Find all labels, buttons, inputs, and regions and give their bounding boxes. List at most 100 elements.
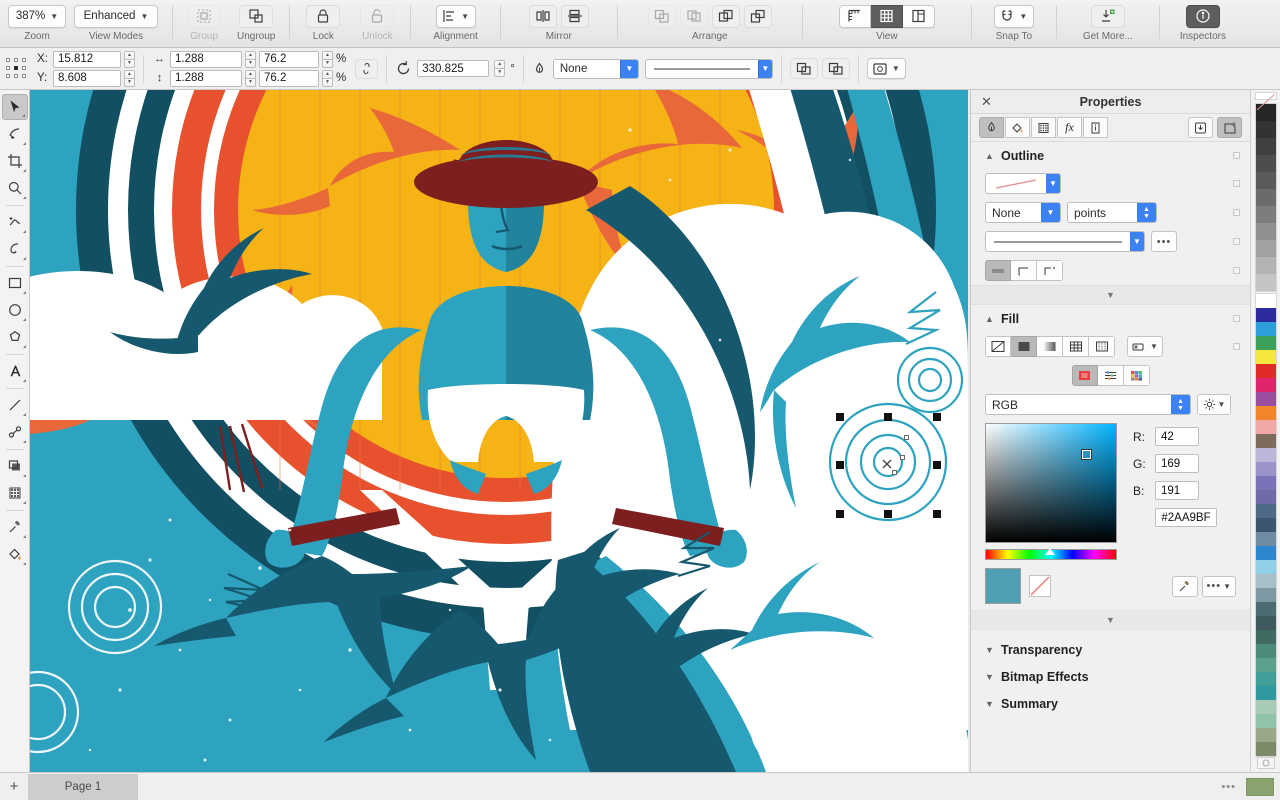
view-rulers-button[interactable]	[838, 4, 871, 28]
mirror-vertical-button[interactable]	[560, 4, 589, 28]
sidebar-item-zoom-tool[interactable]	[2, 175, 28, 201]
swatch-27[interactable]	[1255, 672, 1276, 686]
color-model-combo[interactable]: RGB ▲ ▼	[985, 394, 1191, 415]
stroke-style-combo[interactable]: ▼	[644, 58, 773, 79]
outline-section-header[interactable]: ▲ Outline	[971, 142, 1250, 169]
transparency-section-header[interactable]: ▼ Transparency	[971, 636, 1250, 663]
document-color-chip[interactable]	[1246, 777, 1274, 796]
tab-fill[interactable]	[1005, 117, 1030, 138]
stroke-width-combo[interactable]: None ▼	[552, 58, 639, 79]
swatch-8[interactable]	[1255, 406, 1276, 420]
inspectors-button[interactable]	[1185, 4, 1220, 28]
color-field-cursor[interactable]	[1082, 450, 1091, 459]
import-properties-button[interactable]	[1188, 117, 1213, 138]
swatch-12[interactable]	[1255, 462, 1276, 476]
tab-stroke[interactable]	[979, 117, 1004, 138]
swatch-10[interactable]	[1255, 434, 1276, 448]
color-palette-mode-button[interactable]	[1123, 365, 1150, 386]
get-more-button[interactable]	[1090, 4, 1125, 28]
bitmap-effects-section-header[interactable]: ▼ Bitmap Effects	[971, 663, 1250, 690]
swatch-17[interactable]	[1255, 532, 1276, 546]
sidebar-item-bezigon-tool[interactable]	[2, 236, 28, 262]
cap-round-button[interactable]	[1011, 260, 1037, 281]
swatch-1[interactable]	[1255, 120, 1276, 138]
new-style-button[interactable]	[1217, 117, 1242, 138]
swatch-6[interactable]	[1255, 205, 1276, 223]
outline-expand-more[interactable]: ▼	[971, 285, 1250, 304]
swatch-2[interactable]	[1255, 322, 1276, 336]
snap-to-dropdown[interactable]: ▼	[993, 4, 1034, 28]
swatch-16[interactable]	[1255, 518, 1276, 532]
selection-handle-ne[interactable]	[933, 413, 941, 421]
b-input[interactable]: 191	[1155, 481, 1199, 500]
swatch-31[interactable]	[1255, 728, 1276, 742]
outline-units-combo[interactable]: points ▲ ▼	[1067, 202, 1157, 223]
hex-input[interactable]: #2AA9BF	[1155, 508, 1217, 527]
no-color-swatch[interactable]	[1029, 575, 1051, 597]
swatch-3[interactable]	[1255, 336, 1276, 350]
swatch-none[interactable]	[1254, 92, 1277, 111]
outline-width-toggle[interactable]	[1233, 209, 1240, 216]
close-icon[interactable]: ✕	[981, 94, 992, 110]
sidebar-item-freehand-tool[interactable]	[2, 209, 28, 235]
swatch-1[interactable]	[1255, 308, 1276, 322]
swatch-9[interactable]	[1255, 256, 1276, 274]
color-more-button[interactable]: ••• ▼	[1201, 575, 1236, 597]
sidebar-item-node-edit-tool[interactable]	[2, 121, 28, 147]
selection-handle-n[interactable]	[884, 413, 892, 421]
bring-forward-button[interactable]	[679, 4, 708, 28]
union-button[interactable]	[789, 58, 818, 79]
selection-handle-w[interactable]	[836, 461, 844, 469]
anchor-point-selector[interactable]	[4, 56, 30, 82]
fill-gradient-button[interactable]	[1037, 336, 1063, 357]
sidebar-item-paint-bucket-tool[interactable]	[2, 541, 28, 567]
height-input[interactable]: 1.288	[170, 69, 242, 87]
subtract-button[interactable]	[821, 58, 850, 79]
swatch-23[interactable]	[1255, 616, 1276, 630]
swatch-28[interactable]	[1255, 686, 1276, 700]
swatch-9[interactable]	[1255, 420, 1276, 434]
hue-slider[interactable]	[985, 548, 1117, 560]
tab-effects[interactable]: fx	[1057, 117, 1082, 138]
fill-preset-dropdown[interactable]: ▼	[1127, 336, 1163, 357]
sidebar-item-connector-tool[interactable]	[2, 419, 28, 445]
artboard[interactable]	[30, 90, 968, 772]
saturation-value-field[interactable]	[985, 423, 1117, 543]
send-backward-button[interactable]	[711, 4, 740, 28]
rotation-stepper[interactable]: ▲ ▼	[494, 60, 506, 77]
mirror-horizontal-button[interactable]	[528, 4, 557, 28]
ungroup-button[interactable]	[239, 4, 274, 28]
swatch-29[interactable]	[1255, 700, 1276, 714]
swatch-18[interactable]	[1255, 546, 1276, 560]
height-stepper[interactable]: ▲ ▼	[245, 69, 256, 87]
swatch-6[interactable]	[1255, 378, 1276, 392]
view-mode-dropdown[interactable]: Enhanced ▼	[74, 4, 158, 28]
fill-none-button[interactable]	[985, 336, 1011, 357]
g-input[interactable]: 169	[1155, 454, 1199, 473]
sidebar-item-ellipse-tool[interactable]	[2, 297, 28, 323]
swatch-8[interactable]	[1255, 239, 1276, 257]
cap-square-button[interactable]	[1037, 260, 1063, 281]
swatch-25[interactable]	[1255, 644, 1276, 658]
swatch-14[interactable]	[1255, 490, 1276, 504]
view-grid-button[interactable]	[870, 4, 903, 28]
canvas-viewport[interactable]	[30, 90, 970, 772]
selection-handle-s[interactable]	[884, 510, 892, 518]
sidebar-item-polygon-tool[interactable]	[2, 324, 28, 350]
page-tab-1[interactable]: Page 1	[28, 773, 138, 800]
zoom-level-dropdown[interactable]: 387% ▼	[8, 4, 66, 28]
swatch-21[interactable]	[1255, 588, 1276, 602]
swatch-32[interactable]	[1255, 742, 1276, 756]
swatch-30[interactable]	[1255, 714, 1276, 728]
swatch-2[interactable]	[1255, 137, 1276, 155]
sidebar-item-halftone-tool[interactable]	[2, 480, 28, 506]
outline-attribute-toggle[interactable]	[1233, 152, 1240, 159]
fill-type-toggle[interactable]	[1233, 343, 1240, 350]
outline-preview-toggle[interactable]	[1233, 180, 1240, 187]
swatch-0[interactable]	[1255, 294, 1276, 308]
rotation-input[interactable]: 330.825	[417, 60, 490, 77]
x-stepper[interactable]: ▲ ▼	[124, 50, 135, 68]
fill-tile-button[interactable]	[1063, 336, 1089, 357]
cap-butt-button[interactable]	[985, 260, 1011, 281]
selection-bounding-box[interactable]	[836, 413, 941, 518]
